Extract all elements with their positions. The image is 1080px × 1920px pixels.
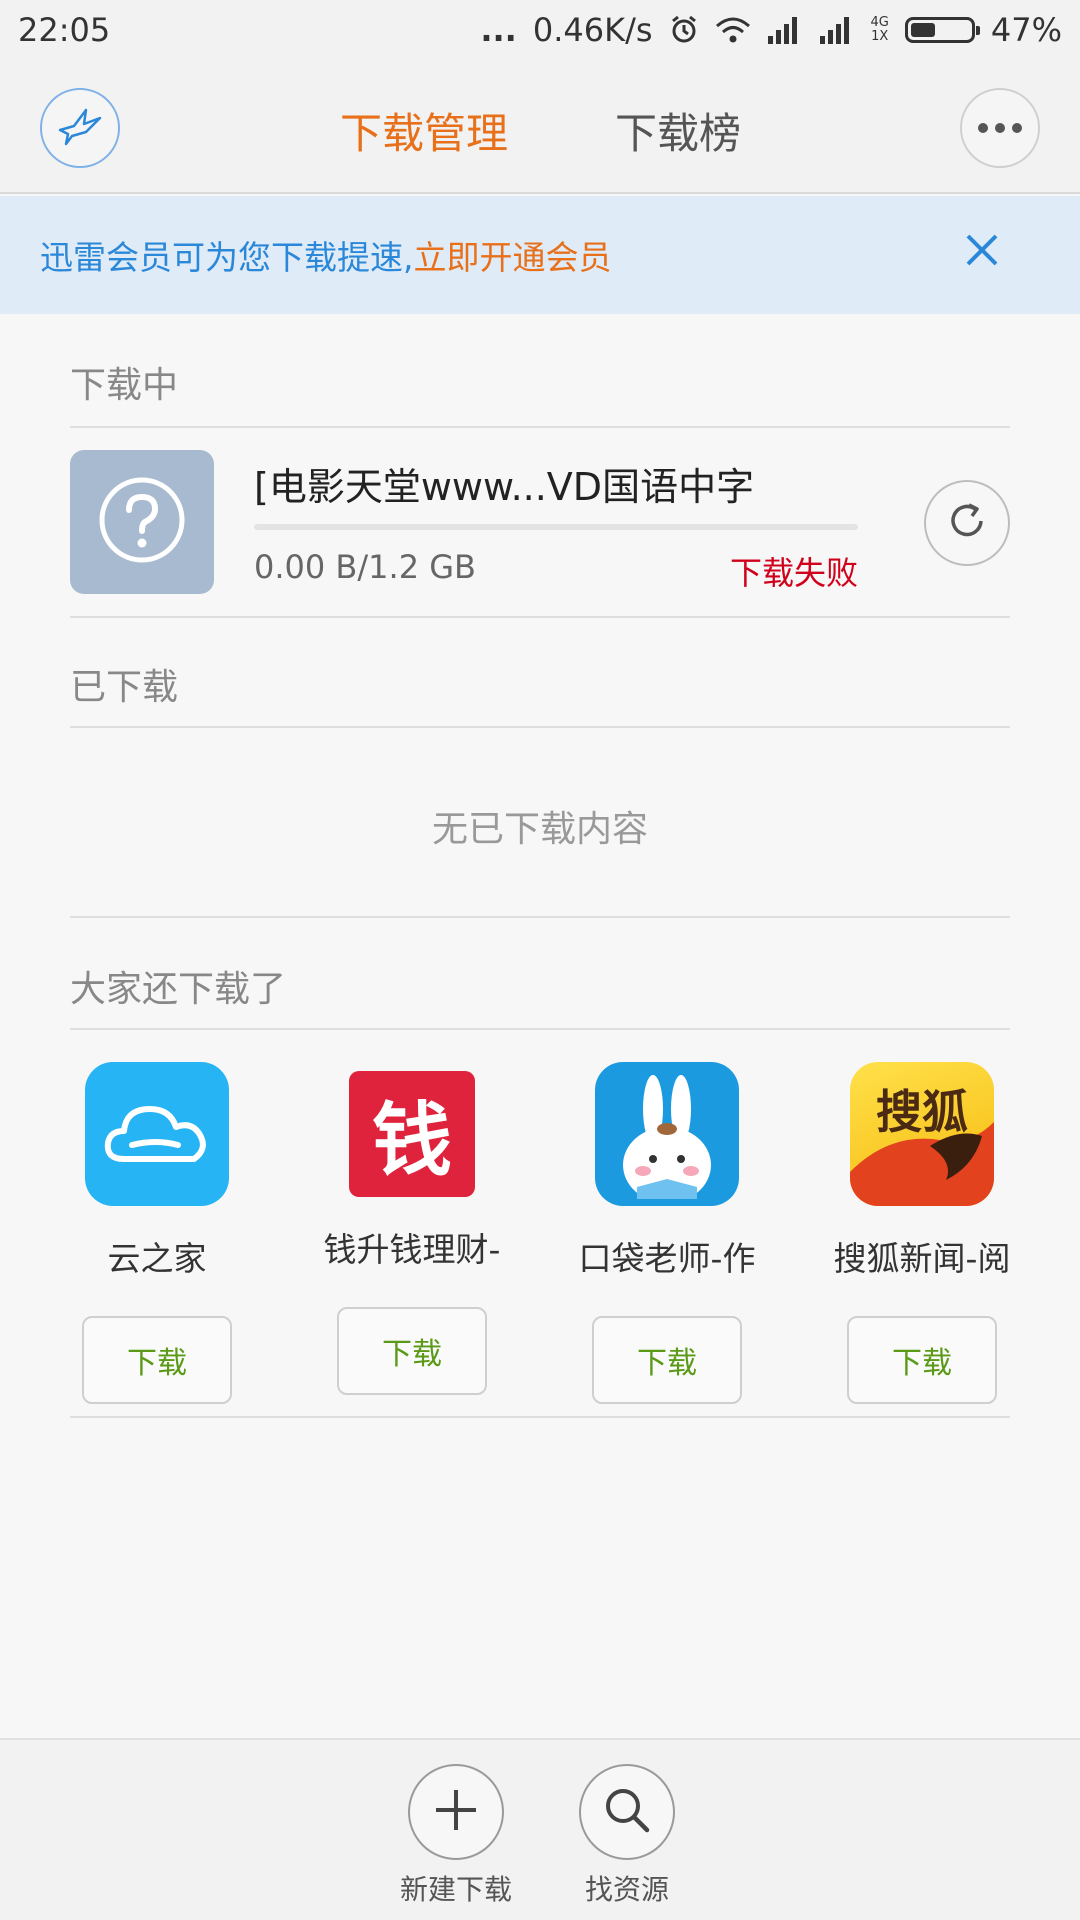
rabbit-icon[interactable] xyxy=(595,1062,739,1206)
app-name: 口袋老师-作 xyxy=(578,1239,756,1278)
app-name: 云之家 xyxy=(107,1239,207,1278)
section-title-recommended: 大家还下载了 xyxy=(70,969,287,1010)
signal-2-icon xyxy=(819,16,855,44)
section-title-downloaded: 已下载 xyxy=(70,667,179,708)
divider xyxy=(70,916,1010,918)
money-icon[interactable]: 钱 xyxy=(349,1071,475,1197)
close-icon xyxy=(965,233,999,275)
more-icon xyxy=(977,119,1023,138)
app-name: 钱升钱理财- xyxy=(323,1230,501,1269)
network-type: 4G 1X xyxy=(871,16,889,44)
download-status: 下载失败 xyxy=(729,554,858,592)
find-resource-label: 找资源 xyxy=(584,1873,669,1906)
status-indicators: ... 0.46K/s 4G 1X 47% xyxy=(480,11,1062,49)
download-size: 0.00 B/1.2 GB xyxy=(254,548,476,586)
app-card: 云之家 下载 xyxy=(47,1062,267,1404)
app-card: 钱 钱升钱理财- 下载 xyxy=(302,1062,522,1395)
battery-fill xyxy=(910,23,935,37)
new-download-button[interactable]: 新建下载 xyxy=(376,1764,536,1908)
app-header: 下载管理 下载榜 xyxy=(0,60,1080,194)
more-dots: ... xyxy=(480,11,517,49)
app-download-button[interactable]: 下载 xyxy=(337,1307,487,1395)
vip-banner: 迅雷会员可为您下载提速, 立即开通会员 xyxy=(0,196,1080,314)
battery-icon xyxy=(904,17,980,43)
vip-banner-text: 迅雷会员可为您下载提速, xyxy=(40,238,414,277)
bird-icon xyxy=(56,106,104,150)
section-title-downloading: 下载中 xyxy=(70,365,179,406)
network-speed: 0.46K/s xyxy=(532,11,653,49)
signal-icon xyxy=(767,16,803,44)
alarm-icon xyxy=(669,15,699,45)
find-resource-circle[interactable] xyxy=(579,1764,675,1860)
app-download-button[interactable]: 下载 xyxy=(847,1316,997,1404)
divider xyxy=(70,1416,1010,1418)
tab-download-manager[interactable]: 下载管理 xyxy=(340,100,508,161)
wifi-icon xyxy=(715,16,751,44)
new-download-circle[interactable] xyxy=(408,1764,504,1860)
question-icon xyxy=(97,475,187,569)
divider xyxy=(70,726,1010,728)
logo-button[interactable] xyxy=(40,88,120,168)
cloud-icon[interactable] xyxy=(85,1062,229,1206)
file-thumbnail[interactable] xyxy=(70,450,214,594)
sohu-icon[interactable]: 搜狐 xyxy=(850,1062,994,1206)
find-resource-button[interactable]: 找资源 xyxy=(547,1764,707,1908)
plus-icon xyxy=(432,1786,480,1838)
network-type-top: 4G xyxy=(870,15,889,30)
retry-button[interactable] xyxy=(924,480,1010,566)
divider xyxy=(70,1028,1010,1030)
divider xyxy=(70,426,1010,428)
bottom-bar: 新建下载 找资源 xyxy=(0,1738,1080,1920)
download-progress-bar xyxy=(254,524,858,530)
money-icon-text: 钱 xyxy=(372,1093,452,1187)
new-download-label: 新建下载 xyxy=(399,1873,512,1906)
banner-close-button[interactable] xyxy=(954,226,1010,282)
app-download-button[interactable]: 下载 xyxy=(82,1316,232,1404)
tab-download-ranking[interactable]: 下载榜 xyxy=(615,100,741,161)
status-bar: 22:05 ... 0.46K/s 4G 1X 47% xyxy=(0,0,1080,60)
app-card: 口袋老师-作 下载 xyxy=(557,1062,777,1404)
empty-downloaded-text: 无已下载内容 xyxy=(431,809,648,850)
search-icon xyxy=(602,1785,652,1839)
network-type-bottom: 1X xyxy=(871,29,889,44)
app-name: 搜狐新闻-阅 xyxy=(833,1239,1011,1278)
battery-percent: 47% xyxy=(990,11,1062,49)
vip-open-link[interactable]: 立即开通会员 xyxy=(414,231,612,279)
app-download-button[interactable]: 下载 xyxy=(592,1316,742,1404)
download-file-name[interactable]: [电影天堂www...VD国语中字 xyxy=(254,456,754,511)
status-time: 22:05 xyxy=(18,11,111,49)
divider xyxy=(70,616,1010,618)
app-card: 搜狐 搜狐新闻-阅 下载 xyxy=(812,1062,1032,1404)
more-button[interactable] xyxy=(960,88,1040,168)
refresh-icon xyxy=(945,499,989,547)
